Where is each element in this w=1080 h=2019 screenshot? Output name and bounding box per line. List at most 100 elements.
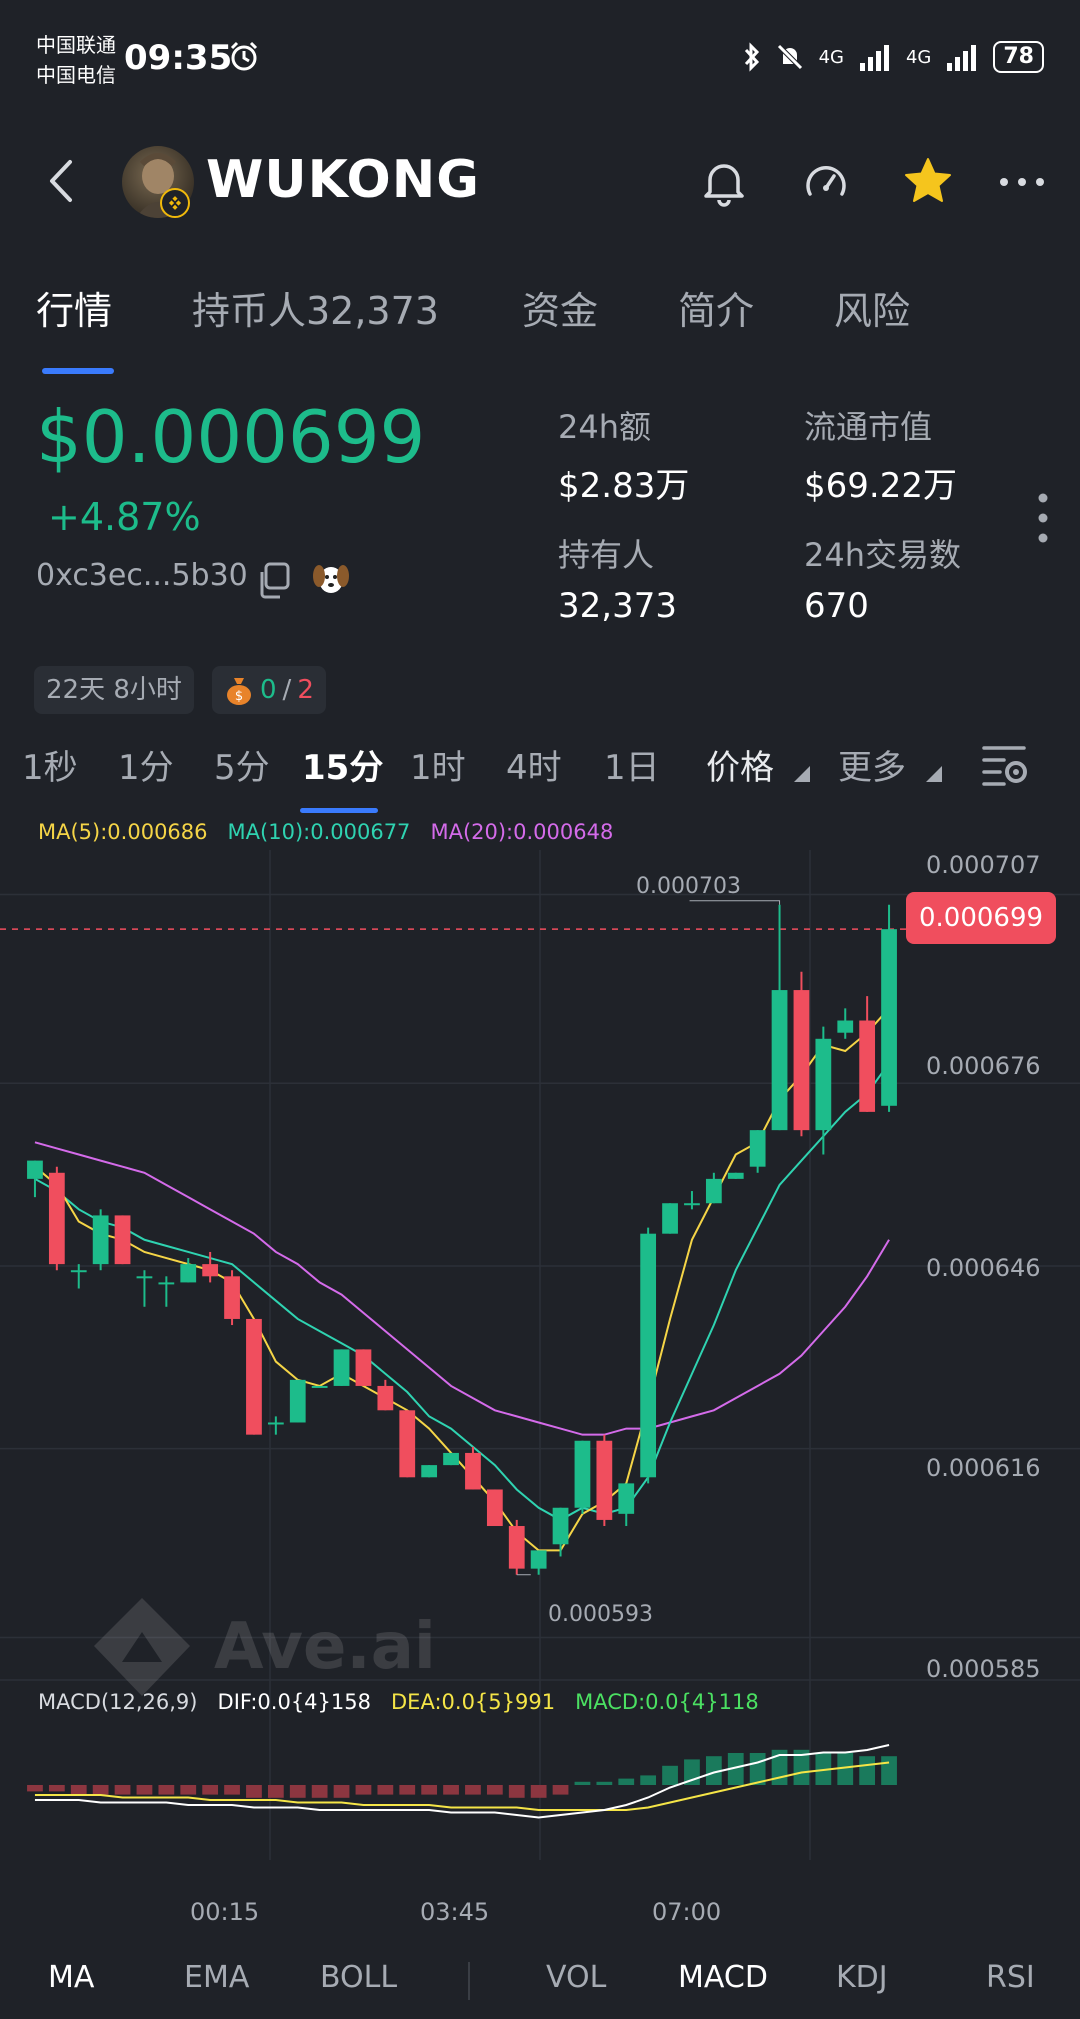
more-icon[interactable] <box>994 154 1050 210</box>
signal-icon-1 <box>859 45 889 71</box>
copy-icon[interactable] <box>256 560 292 600</box>
candle-body <box>486 1489 503 1527</box>
audit-chip[interactable]: $ 0/2 <box>212 666 326 714</box>
mute-icon <box>776 44 803 70</box>
macd-bar <box>859 1756 876 1785</box>
macd-title: MACD(12,26,9) <box>38 1690 198 1714</box>
interval-1m[interactable]: 1分 <box>118 740 174 789</box>
price-type-dropdown[interactable]: 价格 <box>706 740 774 789</box>
indicator-macd[interactable]: MACD <box>678 1960 768 1995</box>
macd-bar <box>246 1785 262 1798</box>
candle-body <box>114 1215 131 1265</box>
token-age-chip: 22天 8小时 <box>34 666 194 714</box>
indicator-vol[interactable]: VOL <box>546 1960 606 1995</box>
macd-bar <box>180 1785 197 1795</box>
ma-legend: MA(5):0.000686 MA(10):0.000677 MA(20):0.… <box>38 820 613 844</box>
indicator-rsi[interactable]: RSI <box>986 1960 1035 1995</box>
interval-1h[interactable]: 1时 <box>410 740 466 789</box>
tab-funds[interactable]: 资金 <box>522 280 598 335</box>
macd-bar <box>508 1785 525 1798</box>
macd-bar <box>48 1785 65 1792</box>
macd-bar <box>311 1785 328 1798</box>
active-interval-indicator <box>300 808 378 813</box>
macd-bar <box>530 1785 547 1798</box>
carrier-2: 中国电信 <box>36 63 116 87</box>
macd-bar <box>377 1785 394 1795</box>
macd-bar <box>92 1785 109 1795</box>
indicator-ma[interactable]: MA <box>48 1960 94 1995</box>
macd-bar <box>881 1756 897 1785</box>
candlestick-chart[interactable] <box>0 850 1080 1910</box>
interval-15m[interactable]: 15分 <box>302 740 383 789</box>
candle-body <box>421 1465 438 1478</box>
y-tick-label: 0.000585 <box>926 1655 1041 1683</box>
ma5-line <box>34 1007 890 1552</box>
stat-txcount-label: 24h交易数 <box>804 536 962 574</box>
caret-down-icon <box>794 766 810 782</box>
tab-risk[interactable]: 风险 <box>834 280 910 335</box>
stat-volume-value: $2.83万 <box>558 466 690 506</box>
chip-ratio-sep: / <box>282 675 292 705</box>
candle-body <box>465 1452 481 1490</box>
alarm-icon <box>230 41 258 71</box>
candle-body <box>596 1440 613 1520</box>
x-tick-label: 07:00 <box>652 1898 722 1926</box>
dif-legend: DIF:0.0{4}158 <box>217 1690 371 1714</box>
macd-bar <box>574 1781 591 1785</box>
stat-marketcap-value: $69.22万 <box>804 466 957 506</box>
status-bar: 中国联通 中国电信 09:35 4G 4G 78 <box>0 0 1080 110</box>
interval-5m[interactable]: 5分 <box>214 740 270 789</box>
macd-bar <box>618 1778 635 1785</box>
token-name: WUKONG <box>206 150 480 210</box>
money-bag-icon: $ <box>227 678 251 705</box>
dea-legend: DEA:0.0{5}991 <box>391 1690 556 1714</box>
candle-body <box>749 1130 766 1167</box>
tab-market[interactable]: 行情 <box>36 280 112 335</box>
gauge-icon[interactable] <box>798 154 854 210</box>
tab-holders[interactable]: 持币人32,373 <box>192 280 439 335</box>
candle-body <box>70 1270 87 1273</box>
battery-indicator: 78 <box>993 41 1044 73</box>
clock: 09:35 <box>124 38 233 78</box>
candle-body <box>662 1203 678 1234</box>
bell-icon[interactable] <box>696 154 752 210</box>
interval-1d[interactable]: 1日 <box>604 740 660 789</box>
y-tick-label: 0.000707 <box>926 851 1041 879</box>
indicator-ema[interactable]: EMA <box>184 1960 249 1995</box>
candle-body <box>92 1215 109 1265</box>
stat-holders-label: 持有人 <box>558 536 655 574</box>
indicator-tabs: MA EMA BOLL VOL MACD KDJ RSI <box>0 1960 1080 2019</box>
indicator-boll[interactable]: BOLL <box>320 1960 397 1995</box>
dog-icon[interactable] <box>310 556 352 600</box>
candle-body <box>530 1550 547 1569</box>
star-icon[interactable] <box>900 154 956 210</box>
candle-body <box>27 1160 43 1179</box>
candle-body <box>815 1038 832 1131</box>
y-tick-label: 0.000676 <box>926 1052 1041 1080</box>
price-change: +4.87% <box>48 495 201 539</box>
signal-icon-2 <box>947 45 977 71</box>
interval-4h[interactable]: 4时 <box>506 740 562 789</box>
x-tick-label: 03:45 <box>420 1898 490 1926</box>
more-intervals-dropdown[interactable]: 更多 <box>838 740 906 789</box>
candle-body <box>289 1379 306 1423</box>
contract-address[interactable]: 0xc3ec...5b30 <box>36 558 248 593</box>
stat-txcount-value: 670 <box>804 586 869 626</box>
macd-bar <box>421 1785 438 1795</box>
indicator-kdj[interactable]: KDJ <box>836 1960 888 1995</box>
ave-logo-watermark: Ave.ai <box>94 1598 436 1696</box>
macd-bar <box>465 1785 481 1795</box>
interval-1s[interactable]: 1秒 <box>22 740 78 789</box>
candle-body <box>859 1020 876 1112</box>
candle-body <box>355 1349 372 1386</box>
chart-settings-icon[interactable] <box>980 740 1032 788</box>
back-icon[interactable] <box>40 156 80 206</box>
macd-bar <box>596 1781 613 1785</box>
tab-intro[interactable]: 简介 <box>678 280 754 335</box>
y-tick-label: 0.000646 <box>926 1254 1041 1282</box>
candle-body <box>640 1233 657 1478</box>
candle-body <box>377 1385 394 1411</box>
carrier-label: 中国联通 中国电信 <box>36 30 116 90</box>
stats-more-icon[interactable] <box>1036 490 1050 546</box>
candle-body <box>333 1349 350 1386</box>
